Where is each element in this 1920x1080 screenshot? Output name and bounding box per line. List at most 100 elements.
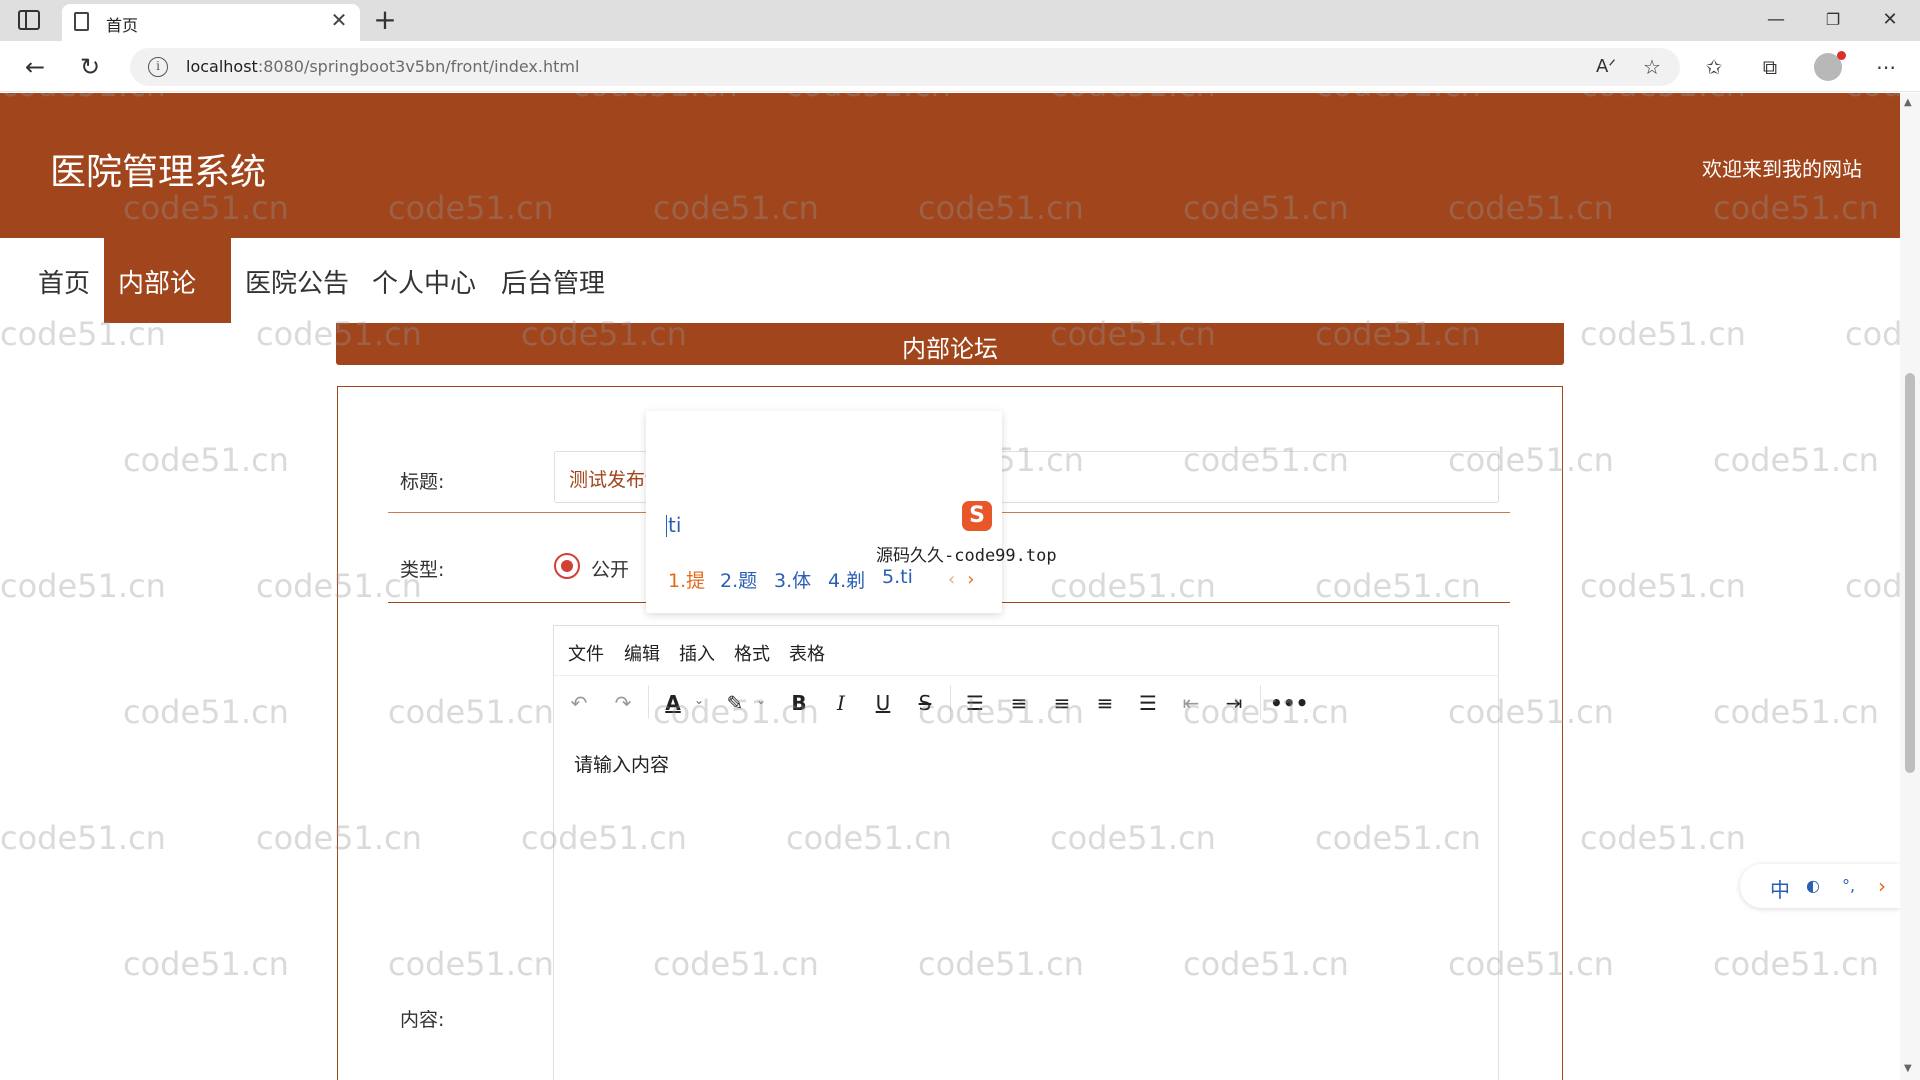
ime-candidate-popup: ti S 源码久久-code99.top 1.提 2.题 3.体 4.剃 5.t… (646, 411, 1057, 613)
close-tab-icon[interactable]: ✕ (328, 9, 350, 31)
refresh-icon[interactable]: ↻ (73, 50, 107, 84)
indent-icon[interactable]: ⇥ (1219, 689, 1249, 717)
highlight-icon[interactable]: ✎ (720, 689, 750, 717)
restore-icon[interactable]: ❐ (1813, 6, 1853, 34)
chevron-right-icon[interactable]: › (967, 569, 974, 590)
url-field[interactable]: i localhost:8080/springboot3v5bn/front/i… (130, 48, 1680, 86)
type-public-label[interactable]: 公开 (591, 555, 629, 582)
collections-icon[interactable]: ⧉ (1756, 53, 1784, 81)
nav-item-home[interactable]: 首页 (24, 238, 104, 323)
watermark: code51.cn (0, 819, 166, 857)
undo-icon[interactable]: ↶ (564, 689, 594, 717)
content-label: 内容: (400, 1009, 445, 1031)
nav-item-profile[interactable]: 个人中心 (358, 238, 490, 323)
section-title: 内部论坛 (902, 335, 998, 363)
menu-file[interactable]: 文件 (568, 640, 604, 666)
watermark: code51.cn (1580, 567, 1746, 605)
more-icon[interactable]: ••• (1270, 689, 1308, 717)
align-right-icon[interactable]: ≡ (1090, 689, 1120, 717)
font-color-icon[interactable]: A (658, 689, 688, 717)
italic-icon[interactable]: I (826, 689, 856, 717)
outdent-icon[interactable]: ⇤ (1176, 689, 1206, 717)
type-public-radio[interactable] (554, 553, 580, 579)
menu-insert[interactable]: 插入 (679, 640, 715, 666)
nav-item-notices[interactable]: 医院公告 (231, 238, 363, 323)
page-icon (74, 12, 89, 31)
chevron-down-icon[interactable]: ⌄ (694, 693, 704, 707)
url-path: :8080/springboot3v5bn/front/index.html (257, 57, 580, 76)
watermark: code51.cn (1713, 441, 1879, 479)
welcome-text: 欢迎来到我的网站 (1702, 157, 1862, 181)
scroll-down-icon[interactable]: ▼ (1904, 1063, 1912, 1074)
site-title: 医院管理系统 (50, 152, 267, 193)
scroll-thumb[interactable] (1905, 373, 1915, 773)
favorites-icon[interactable]: ✩ (1700, 53, 1728, 81)
sidebar-toggle-icon[interactable] (18, 10, 40, 30)
more-menu-icon[interactable]: ⋯ (1872, 53, 1900, 81)
editor-toolbar: ↶ ↷ A ⌄ ✎ ⌄ B I U S ☰ ≡ ≡ ≡ ☰ ⇤ ⇥ ••• (554, 677, 1498, 727)
menu-table[interactable]: 表格 (789, 640, 825, 666)
address-bar: ← ↻ i localhost:8080/springboot3v5bn/fro… (0, 41, 1920, 92)
site-info-icon[interactable]: i (148, 57, 168, 77)
nav-item-forum[interactable]: 内部论坛 (104, 238, 231, 391)
chevron-down-icon[interactable]: ⌄ (756, 693, 766, 707)
scroll-up-icon[interactable]: ▲ (1904, 97, 1912, 108)
browser-tab[interactable]: 首页 ✕ (62, 4, 360, 41)
moon-icon[interactable]: ◐ (1806, 876, 1820, 895)
watermark: code51.cn (1713, 945, 1879, 983)
underline-icon[interactable]: U (868, 689, 898, 717)
ime-candidate[interactable]: 5.ti (882, 566, 913, 588)
strikethrough-icon[interactable]: S (910, 689, 940, 717)
menu-edit[interactable]: 编辑 (624, 640, 660, 666)
minimize-icon[interactable]: — (1756, 6, 1796, 34)
page-scrollbar[interactable]: ▲ ▼ (1900, 93, 1920, 1080)
punctuation-icon[interactable]: °, (1842, 876, 1855, 895)
sogou-logo-icon: S (962, 501, 992, 531)
back-icon[interactable]: ← (18, 50, 52, 84)
toolbar-divider (1260, 685, 1261, 719)
profile-avatar[interactable] (1814, 51, 1846, 81)
url-text: localhost:8080/springboot3v5bn/front/ind… (186, 57, 579, 76)
url-host: localhost (186, 57, 258, 76)
chevron-right-icon[interactable]: › (1878, 874, 1886, 898)
window-close-icon[interactable]: ✕ (1870, 6, 1910, 34)
title-input-value: 测试发布ti (569, 469, 658, 491)
type-label: 类型: (400, 559, 445, 581)
redo-icon[interactable]: ↷ (608, 689, 638, 717)
rich-text-editor: 文件 编辑 插入 格式 表格 ↶ ↷ A ⌄ ✎ ⌄ B I U S ☰ ≡ ≡… (553, 625, 1499, 1080)
watermark: code51.cn (123, 441, 289, 479)
menu-format[interactable]: 格式 (734, 640, 770, 666)
watermark: code51.cn (1845, 567, 1900, 605)
editor-content[interactable]: 请输入内容 (574, 750, 669, 777)
ime-candidate[interactable]: 4.剃 (828, 566, 865, 593)
watermark: code51.cn (1713, 693, 1879, 731)
toolbar-divider (648, 685, 649, 719)
ime-candidate[interactable]: 1.提 (668, 566, 705, 593)
bullet-list-icon[interactable]: ☰ (960, 689, 990, 717)
site-header: 医院管理系统 欢迎来到我的网站 (0, 93, 1900, 238)
chevron-left-icon[interactable]: ‹ (948, 569, 955, 590)
bold-icon[interactable]: B (784, 689, 814, 717)
watermark: code51.cn (1580, 819, 1746, 857)
read-aloud-icon[interactable]: Aᐟ (1592, 53, 1620, 81)
watermark: code51.cn (0, 567, 166, 605)
editor-menubar: 文件 编辑 插入 格式 表格 (554, 626, 1498, 676)
section-header: 内部论坛 (336, 323, 1564, 365)
ime-status-bar: 中 ◐ °, › (1740, 864, 1900, 908)
watermark: code51.cn (123, 693, 289, 731)
toolbar-divider (950, 685, 951, 719)
main-nav: 首页 内部论坛 医院公告 个人中心 后台管理 (0, 238, 1900, 391)
tab-title: 首页 (106, 16, 139, 35)
browser-tab-bar: 首页 ✕ + — ❐ ✕ (0, 0, 1920, 41)
align-center-icon[interactable]: ≡ (1047, 689, 1077, 717)
nav-item-admin[interactable]: 后台管理 (487, 238, 619, 323)
ime-candidate[interactable]: 2.题 (720, 566, 757, 593)
title-label: 标题: (400, 471, 445, 493)
new-tab-icon[interactable]: + (370, 5, 400, 35)
ime-input-text: ti (665, 513, 682, 537)
ime-candidate[interactable]: 3.体 (774, 566, 811, 593)
align-justify-icon[interactable]: ☰ (1133, 689, 1163, 717)
ime-mode-label[interactable]: 中 (1770, 874, 1790, 903)
align-left-icon[interactable]: ≡ (1004, 689, 1034, 717)
add-favorite-icon[interactable]: ☆ (1638, 53, 1666, 81)
